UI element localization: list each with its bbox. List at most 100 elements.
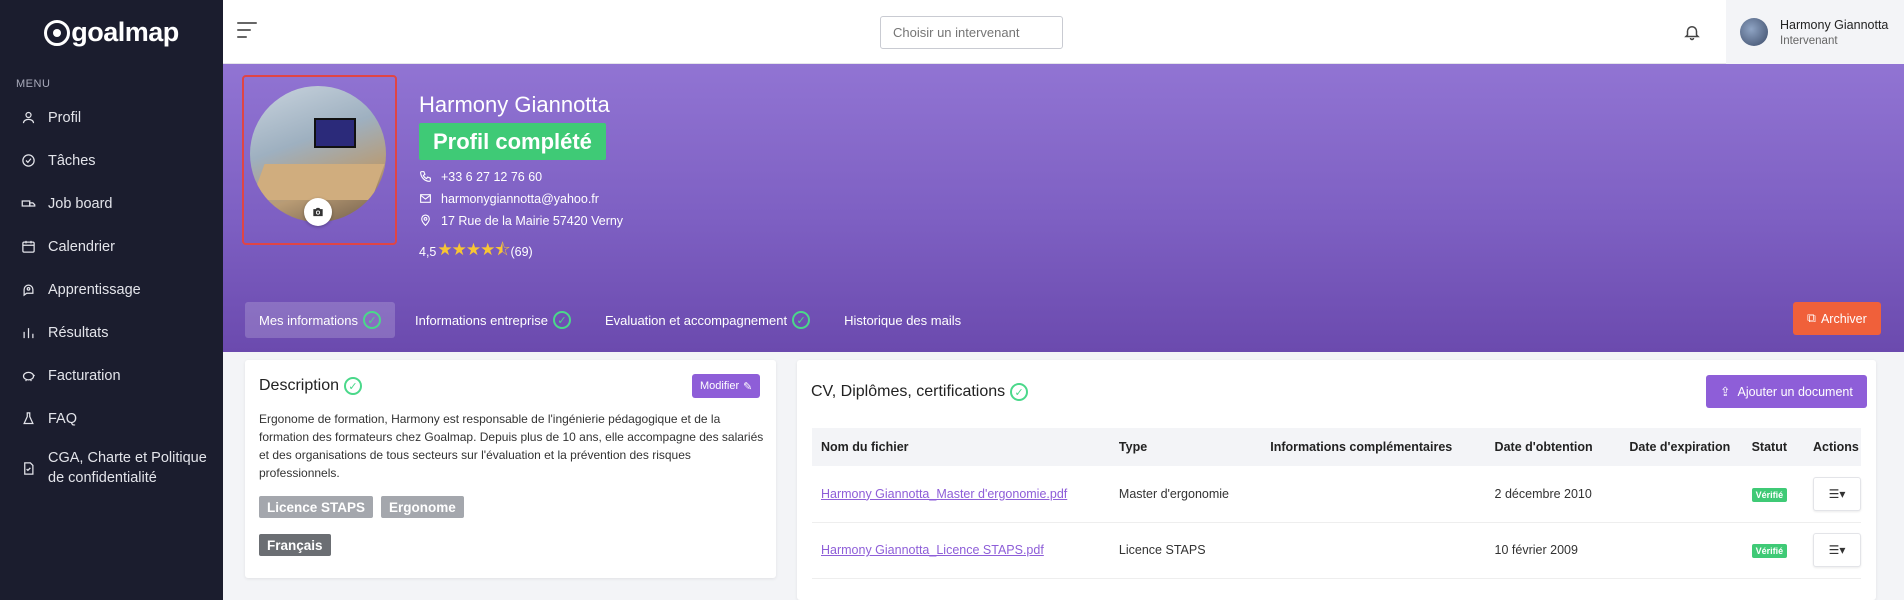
sidebar-item-taches[interactable]: Tâches	[0, 139, 223, 182]
sidebar-item-label: FAQ	[48, 410, 78, 427]
column-header: Informations complémentaires	[1261, 428, 1486, 466]
sidebar-item-profil[interactable]: Profil	[0, 96, 223, 139]
sidebar-item-apprentissage[interactable]: Apprentissage	[0, 268, 223, 311]
phone-icon	[419, 170, 433, 184]
sidebar: goalmap MENU Profil Tâches Job board Cal…	[0, 0, 223, 600]
user-icon	[20, 110, 36, 126]
check-icon: ✓	[344, 377, 363, 395]
user-name: Harmony Giannotta	[1780, 17, 1889, 32]
upload-icon: ⇪	[1720, 385, 1731, 399]
description-card: Description ✓ Modifier ✎ Ergonome de for…	[245, 360, 776, 578]
rating: 4,5 ★★★★⯪ (69)	[419, 237, 533, 266]
bar-chart-icon	[20, 325, 36, 341]
status-badge: Profil complété	[419, 123, 606, 160]
documents-card: CV, Diplômes, certifications ✓ ⇪ Ajouter…	[797, 360, 1876, 600]
profile-photo-frame	[242, 75, 397, 245]
logo-icon	[44, 20, 71, 46]
document-icon	[20, 460, 36, 476]
document-link[interactable]: Harmony Giannotta_Master d'ergonomie.pdf	[821, 487, 1067, 501]
column-header: Actions	[1804, 428, 1861, 466]
sidebar-item-label: CGA, Charte et Politique de confidential…	[48, 450, 207, 486]
tab-label: Mes informations	[259, 312, 358, 328]
sidebar-item-label: Résultats	[48, 324, 109, 341]
description-title-text: Description	[259, 377, 340, 394]
language-tag: Français	[259, 534, 331, 556]
archive-button[interactable]: ⧉ Archiver	[1793, 302, 1881, 335]
add-document-button[interactable]: ⇪ Ajouter un document	[1706, 375, 1867, 408]
column-header: Date d'obtention	[1485, 428, 1621, 466]
avatar	[1740, 18, 1768, 46]
sidebar-item-label: Profil	[48, 109, 82, 126]
profile-banner: Harmony Giannotta Profil complété +33 6 …	[223, 64, 1904, 352]
table-header: Nom du fichier Type Informations complém…	[812, 428, 1861, 466]
brain-icon	[20, 282, 36, 298]
camera-icon[interactable]	[304, 198, 332, 226]
sidebar-item-label: Calendrier	[48, 238, 115, 255]
document-info	[1261, 522, 1486, 579]
column-header: Date d'expiration	[1620, 428, 1743, 466]
sidebar-item-faq[interactable]: FAQ	[0, 397, 223, 440]
calendar-icon	[20, 239, 36, 255]
profile-tabs: Mes informations ✓ Informations entrepri…	[245, 302, 981, 338]
profile-name: Harmony Giannotta	[419, 92, 610, 117]
tab-mes-informations[interactable]: Mes informations ✓	[245, 302, 395, 338]
tab-label: Informations entreprise	[414, 312, 548, 328]
skill-tags: Licence STAPS Ergonome Français	[259, 496, 764, 556]
sidebar-item-job-board[interactable]: Job board	[0, 182, 223, 225]
check-icon: ✓	[552, 311, 571, 329]
piggy-bank-icon	[20, 368, 36, 384]
tab-label: Historique des mails	[844, 312, 962, 328]
menu-title: MENU	[16, 78, 51, 90]
archive-icon: ⧉	[1807, 311, 1816, 325]
sliders-icon: ☰▾	[1828, 486, 1846, 501]
document-actions-button[interactable]: ☰▾	[1813, 533, 1861, 567]
document-obtained-date: 2 décembre 2010	[1485, 466, 1621, 523]
check-icon: ✓	[792, 311, 811, 329]
archive-label: Archiver	[1820, 311, 1867, 326]
phone-number: +33 6 27 12 76 60	[441, 170, 543, 184]
address-line: 17 Rue de la Mairie 57420 Verny	[419, 214, 623, 228]
address: 17 Rue de la Mairie 57420 Verny	[441, 214, 624, 228]
tab-informations-entreprise[interactable]: Informations entreprise ✓	[401, 302, 585, 338]
goalmap-logo[interactable]: goalmap	[0, 0, 223, 64]
tab-evaluation-accompagnement[interactable]: Evaluation et accompagnement ✓	[591, 302, 824, 338]
sliders-icon: ☰▾	[1828, 543, 1846, 557]
sidebar-item-label: Job board	[48, 195, 113, 212]
user-menu[interactable]: Harmony Giannotta Intervenant	[1726, 0, 1904, 64]
photo-table	[251, 164, 385, 200]
tab-historique-mails[interactable]: Historique des mails	[830, 302, 975, 338]
bell-icon[interactable]	[1683, 22, 1701, 42]
check-icon: ✓	[1010, 383, 1029, 401]
intervenant-search-input[interactable]	[880, 16, 1063, 49]
verified-badge: Vérifié	[1751, 544, 1788, 558]
documents-title-text: CV, Diplômes, certifications	[811, 383, 1006, 400]
sidebar-item-calendrier[interactable]: Calendrier	[0, 225, 223, 268]
sidebar-item-label: Tâches	[48, 152, 96, 169]
description-text: Ergonome de formation, Harmony est respo…	[259, 412, 764, 480]
document-link[interactable]: Harmony Giannotta_Licence STAPS.pdf	[821, 543, 1044, 557]
photo-screen	[314, 118, 356, 148]
phone-line: +33 6 27 12 76 60	[419, 170, 542, 184]
document-expiry-date	[1620, 466, 1743, 523]
sidebar-item-label: Apprentissage	[48, 281, 141, 298]
sidebar-item-label: Facturation	[48, 367, 121, 384]
check-icon: ✓	[362, 311, 381, 329]
truck-icon	[20, 196, 36, 212]
sidebar-item-facturation[interactable]: Facturation	[0, 354, 223, 397]
column-header: Type	[1109, 428, 1262, 466]
document-type: Master d'ergonomie	[1109, 466, 1262, 523]
table-row: Harmony Giannotta_Master d'ergonomie.pdf…	[812, 466, 1861, 523]
table-row: Harmony Giannotta_Licence STAPS.pdf Lice…	[812, 522, 1861, 579]
documents-title: CV, Diplômes, certifications ✓	[811, 383, 1029, 401]
skill-tag: Ergonome	[381, 496, 464, 518]
rating-value: 4,5	[419, 244, 437, 259]
sidebar-item-cga[interactable]: CGA, Charte et Politique de confidential…	[0, 440, 223, 496]
description-title: Description ✓	[259, 377, 363, 395]
logo-text: goalmap	[71, 16, 179, 47]
modify-description-button[interactable]: Modifier ✎	[692, 374, 761, 398]
document-actions-button[interactable]: ☰▾	[1813, 476, 1861, 511]
check-circle-icon	[20, 153, 36, 169]
menu-toggle-icon[interactable]	[237, 22, 257, 40]
email-line: harmonygiannotta@yahoo.fr	[419, 192, 599, 206]
sidebar-item-resultats[interactable]: Résultats	[0, 311, 223, 354]
